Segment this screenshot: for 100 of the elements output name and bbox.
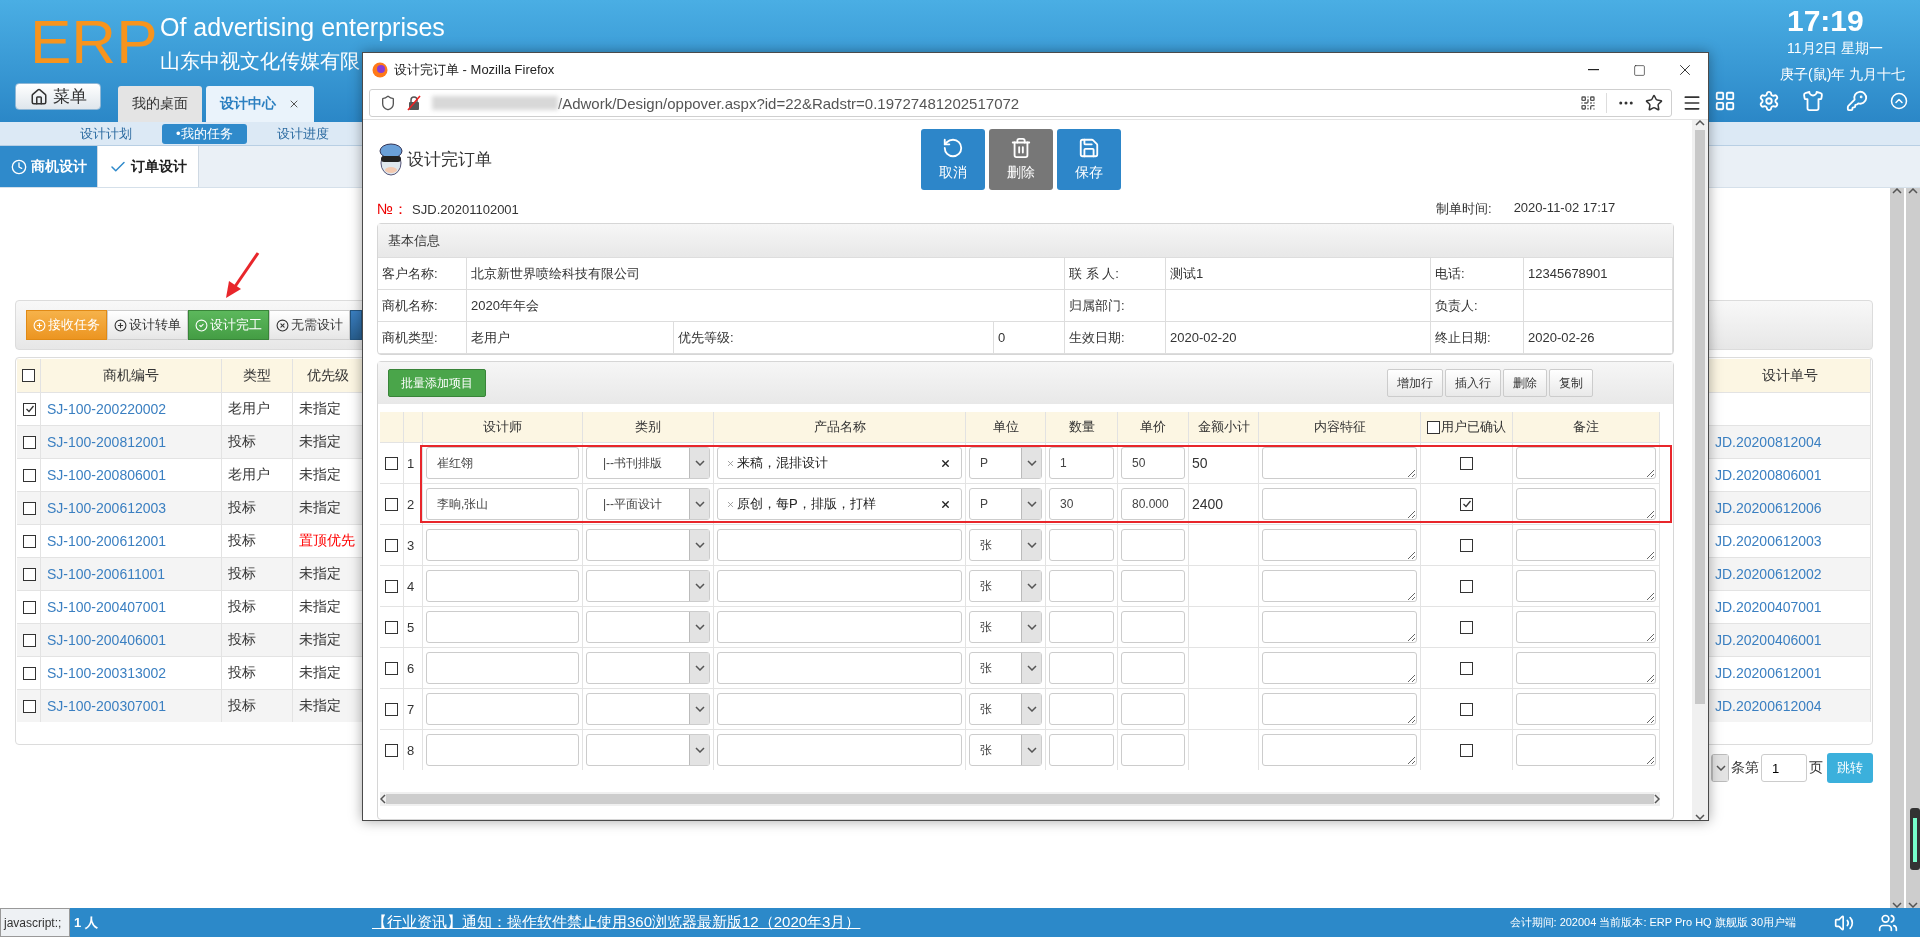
- code-link[interactable]: SJ-100-200407001: [41, 590, 222, 623]
- row-checkbox[interactable]: [385, 702, 398, 716]
- key-icon[interactable]: [1846, 90, 1868, 112]
- confirmed-checkbox[interactable]: [1460, 456, 1473, 470]
- unit-select[interactable]: 张: [969, 570, 1042, 602]
- code-link[interactable]: SJ-100-200812001: [41, 425, 222, 458]
- horizontal-scrollbar[interactable]: [380, 792, 1660, 806]
- users-icon[interactable]: [1878, 912, 1898, 933]
- menu-icon[interactable]: [1682, 93, 1702, 113]
- row-checkbox[interactable]: [385, 497, 398, 511]
- row-checkbox[interactable]: [385, 538, 398, 552]
- row-checkbox[interactable]: [23, 468, 36, 482]
- design-link[interactable]: JD.20200612003: [1709, 524, 1871, 557]
- unit-select[interactable]: 张: [969, 652, 1042, 684]
- code-link[interactable]: SJ-100-200307001: [41, 689, 222, 722]
- page-size-select[interactable]: [1711, 754, 1729, 782]
- row-tool-button[interactable]: 插入行: [1445, 369, 1501, 397]
- confirm-all-checkbox[interactable]: [1427, 420, 1440, 434]
- action-button[interactable]: [350, 310, 362, 340]
- select-all-checkbox[interactable]: [22, 369, 35, 382]
- scroll-down-icon[interactable]: [1695, 814, 1705, 820]
- action-button[interactable]: 设计完工: [188, 310, 269, 340]
- menu-button[interactable]: 菜单: [15, 83, 101, 110]
- row-checkbox[interactable]: [23, 633, 36, 647]
- vertical-scrollbar[interactable]: [1692, 120, 1708, 820]
- product-field[interactable]: 原创，每P，排版，打样: [717, 488, 962, 520]
- confirmed-checkbox[interactable]: [1460, 579, 1473, 593]
- row-checkbox[interactable]: [23, 699, 36, 713]
- unit-select[interactable]: 张: [969, 693, 1042, 725]
- shirt-icon[interactable]: [1802, 90, 1824, 112]
- design-link[interactable]: JD.20200806001: [1709, 458, 1871, 491]
- scroll-right-icon[interactable]: [1654, 794, 1660, 804]
- row-checkbox[interactable]: [23, 501, 36, 515]
- code-link[interactable]: SJ-100-200313002: [41, 656, 222, 689]
- row-checkbox[interactable]: [385, 661, 398, 675]
- scrollbar[interactable]: [1888, 188, 1904, 908]
- unit-select[interactable]: 张: [969, 611, 1042, 643]
- row-checkbox[interactable]: [385, 620, 398, 634]
- confirmed-checkbox[interactable]: [1460, 743, 1473, 757]
- settings-icon[interactable]: [1758, 90, 1780, 112]
- go-button[interactable]: 跳转: [1827, 753, 1873, 783]
- clear-icon[interactable]: [940, 498, 951, 510]
- section-tab[interactable]: 订单设计: [98, 146, 199, 187]
- qr-code-icon[interactable]: [1580, 95, 1596, 111]
- scroll-up-icon[interactable]: [1695, 120, 1705, 126]
- action-button[interactable]: 无需设计: [269, 310, 350, 340]
- scroll-left-icon[interactable]: [380, 794, 386, 804]
- designer-input[interactable]: 李晌,张山: [426, 488, 579, 520]
- page-input[interactable]: 1: [1761, 754, 1807, 782]
- tag-remove-icon[interactable]: [726, 458, 735, 468]
- confirmed-checkbox[interactable]: [1460, 538, 1473, 552]
- row-checkbox[interactable]: [385, 579, 398, 593]
- designer-input[interactable]: 崔红翎: [426, 447, 579, 479]
- confirmed-checkbox[interactable]: [1460, 620, 1473, 634]
- category-select[interactable]: |--平面设计: [586, 488, 710, 520]
- design-link[interactable]: JD.20200612004: [1709, 689, 1871, 722]
- row-checkbox[interactable]: [23, 600, 36, 614]
- row-checkbox[interactable]: [23, 534, 36, 548]
- design-link[interactable]: JD.20200407001: [1709, 590, 1871, 623]
- action-button[interactable]: 设计转单: [107, 310, 188, 340]
- unit-select[interactable]: P: [969, 447, 1042, 479]
- address-field[interactable]: /Adwork/Design/oppover.aspx?id=22&Radstr=0.19727481202517072: [369, 89, 1672, 117]
- speaker-icon[interactable]: [1834, 912, 1854, 933]
- bulk-add-button[interactable]: 批量添加项目: [388, 369, 486, 397]
- grid-icon[interactable]: [1714, 90, 1736, 112]
- row-checkbox[interactable]: [385, 743, 398, 757]
- tag-remove-icon[interactable]: [726, 499, 735, 509]
- code-link[interactable]: SJ-100-200612001: [41, 524, 222, 557]
- row-tool-button[interactable]: 删除: [1503, 369, 1547, 397]
- confirmed-checkbox[interactable]: [1460, 497, 1473, 511]
- price-input[interactable]: 50: [1121, 447, 1185, 479]
- category-select[interactable]: |--书刊排版: [586, 447, 710, 479]
- star-icon[interactable]: [1645, 94, 1663, 112]
- quantity-input[interactable]: 30: [1049, 488, 1114, 520]
- design-link[interactable]: JD.20200612001: [1709, 656, 1871, 689]
- form-button[interactable]: 取消: [920, 128, 985, 190]
- code-link[interactable]: SJ-100-200806001: [41, 458, 222, 491]
- quantity-input[interactable]: 1: [1049, 447, 1114, 479]
- notice-link[interactable]: 【行业资讯】通知：操作软件禁止使用360浏览器最新版12（2020年3月）: [372, 913, 861, 932]
- nav-tab[interactable]: 设计中心: [206, 86, 314, 122]
- section-tab[interactable]: 商机设计: [0, 146, 98, 187]
- design-link[interactable]: JD.20200812004: [1709, 425, 1871, 458]
- collapse-icon[interactable]: [1890, 92, 1908, 110]
- product-field[interactable]: 来稿，混排设计: [717, 447, 962, 479]
- row-checkbox[interactable]: [23, 435, 36, 449]
- code-link[interactable]: SJ-100-200611001: [41, 557, 222, 590]
- design-link[interactable]: JD.20200612006: [1709, 491, 1871, 524]
- row-checkbox[interactable]: [23, 666, 36, 680]
- form-button[interactable]: 删除: [988, 128, 1053, 190]
- row-checkbox[interactable]: [385, 456, 398, 470]
- confirmed-checkbox[interactable]: [1460, 661, 1473, 675]
- subnav-item[interactable]: •我的任务: [162, 123, 247, 144]
- design-link[interactable]: JD.20200612002: [1709, 557, 1871, 590]
- nav-tab[interactable]: 我的桌面: [118, 86, 202, 122]
- unit-select[interactable]: 张: [969, 734, 1042, 766]
- row-tool-button[interactable]: 复制: [1549, 369, 1593, 397]
- subnav-item[interactable]: 设计进度: [262, 123, 343, 144]
- design-link[interactable]: JD.20200406001: [1709, 623, 1871, 656]
- unit-select[interactable]: P: [969, 488, 1042, 520]
- row-checkbox[interactable]: [23, 567, 36, 581]
